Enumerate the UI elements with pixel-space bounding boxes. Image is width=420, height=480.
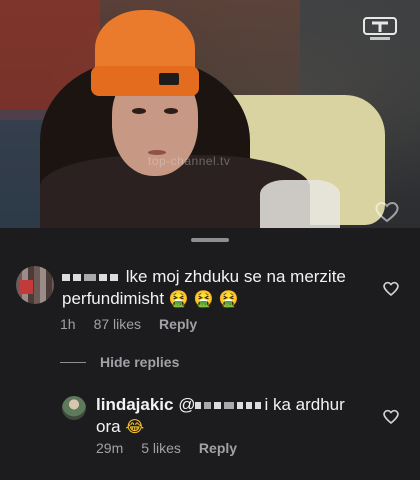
reply-button[interactable]: Reply — [199, 440, 237, 456]
laughing-emoji: 😂 — [125, 417, 145, 436]
channel-logo-icon — [363, 17, 397, 40]
reply-text: lindajakic @ i ka ardhur ora 😂 — [96, 394, 376, 438]
video-frame[interactable]: top-channel.tv — [0, 0, 420, 228]
vomit-emoji: 🤮 🤮 🤮 — [168, 289, 239, 308]
mention-prefix: @ — [178, 395, 196, 414]
comment-likes[interactable]: 87 likes — [94, 316, 141, 332]
reply-likes[interactable]: 5 likes — [141, 440, 181, 456]
reply-meta: 29m 5 likes Reply — [96, 440, 237, 456]
watermark-text: top-channel.tv — [148, 154, 231, 168]
redacted-mention[interactable] — [195, 395, 264, 414]
avatar[interactable] — [62, 396, 86, 420]
avatar[interactable] — [16, 266, 54, 304]
reply-body-line2: ora — [96, 417, 121, 436]
comment-time: 1h — [60, 316, 76, 332]
reply-body: i ka ardhur — [264, 395, 345, 414]
heart-outline-icon[interactable] — [374, 200, 400, 224]
reply-button[interactable]: Reply — [159, 316, 197, 332]
redacted-username[interactable] — [62, 267, 126, 286]
comments-sheet: lke moj zhduku se na merzite perfundimis… — [0, 228, 420, 480]
reply-time: 29m — [96, 440, 124, 456]
hide-replies-button[interactable]: Hide replies — [60, 354, 179, 370]
heart-icon[interactable] — [382, 408, 400, 426]
comment-text: lke moj zhduku se na merzite perfundimis… — [62, 266, 362, 310]
drag-handle[interactable] — [191, 238, 229, 242]
heart-icon[interactable] — [382, 280, 400, 298]
reply-username[interactable]: lindajakic — [96, 395, 173, 414]
divider-line — [60, 361, 86, 363]
comment-meta: 1h 87 likes Reply — [60, 316, 197, 332]
orange-beanie — [91, 10, 199, 96]
